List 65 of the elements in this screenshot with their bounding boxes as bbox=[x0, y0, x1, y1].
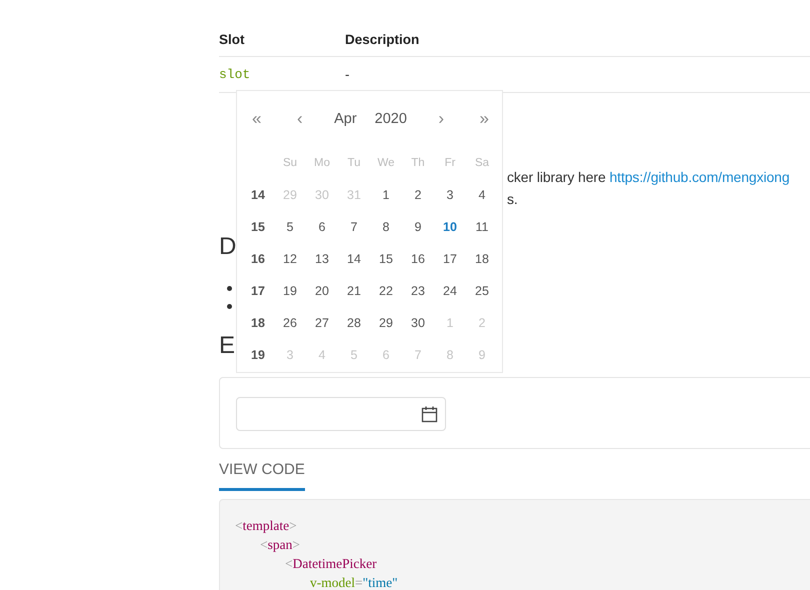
calendar-day[interactable]: 28 bbox=[347, 316, 361, 330]
next-month-button[interactable]: › bbox=[434, 109, 448, 129]
calendar-day[interactable]: 14 bbox=[347, 252, 361, 266]
weekday-label: Sa bbox=[474, 157, 490, 169]
date-input-field[interactable] bbox=[236, 397, 446, 431]
calendar-day[interactable]: 16 bbox=[411, 252, 425, 266]
calendar-day[interactable]: 7 bbox=[350, 220, 358, 234]
calendar-day[interactable]: 22 bbox=[379, 284, 393, 298]
calendar-day[interactable]: 17 bbox=[443, 252, 457, 266]
calendar-day[interactable]: 2 bbox=[414, 188, 422, 202]
calendar-day[interactable]: 8 bbox=[382, 220, 390, 234]
calendar-day[interactable]: 5 bbox=[286, 220, 294, 234]
next-year-button[interactable]: » bbox=[476, 109, 493, 129]
calendar-day[interactable]: 21 bbox=[347, 284, 361, 298]
week-number: 14 bbox=[251, 188, 265, 202]
intro-text: s. bbox=[507, 191, 518, 207]
week-number: 18 bbox=[251, 316, 265, 330]
weekday-label: Th bbox=[411, 157, 425, 169]
code-line: <template> bbox=[235, 517, 297, 535]
calendar-day[interactable]: 11 bbox=[476, 220, 488, 234]
column-header: Description bbox=[345, 26, 810, 57]
week-number: 15 bbox=[251, 220, 265, 234]
view-code-tab[interactable]: VIEW CODE bbox=[219, 459, 305, 491]
bullet-icon bbox=[227, 304, 232, 309]
calendar-day[interactable]: 6 bbox=[318, 220, 326, 234]
weekday-label: Su bbox=[282, 157, 298, 169]
calendar-day[interactable]: 4 bbox=[478, 188, 486, 202]
week-number: 17 bbox=[251, 284, 265, 298]
calendar-day[interactable]: 3 bbox=[446, 188, 454, 202]
week-number: 16 bbox=[251, 252, 265, 266]
code-line: v-model="time" bbox=[310, 574, 398, 590]
github-link[interactable]: https://github.com/mengxiong bbox=[609, 169, 790, 185]
calendar-day[interactable]: 12 bbox=[283, 252, 297, 266]
previous-month-button[interactable]: ‹ bbox=[292, 109, 307, 129]
calendar-day[interactable]: 18 bbox=[475, 252, 489, 266]
section-heading: E bbox=[219, 331, 236, 361]
calendar-icon bbox=[421, 406, 438, 422]
weekday-label: Fr bbox=[444, 157, 456, 169]
calendar-day[interactable]: 24 bbox=[443, 284, 457, 298]
calendar-day[interactable]: 20 bbox=[315, 284, 329, 298]
calendar-day[interactable]: 30 bbox=[411, 316, 425, 330]
code-line: <span> bbox=[260, 536, 300, 554]
calendar-day[interactable]: 26 bbox=[283, 316, 297, 330]
calendar-day[interactable]: 23 bbox=[411, 284, 425, 298]
week-number: 19 bbox=[251, 348, 265, 362]
month-button[interactable]: Apr bbox=[334, 111, 357, 127]
column-header: Slot bbox=[219, 26, 345, 57]
calendar-day[interactable]: 9 bbox=[414, 220, 422, 234]
weekday-label: We bbox=[377, 157, 395, 169]
calendar-day[interactable]: 15 bbox=[379, 252, 393, 266]
weekday-label: Mo bbox=[314, 157, 330, 169]
calendar-day[interactable]: 25 bbox=[475, 284, 489, 298]
calendar-day[interactable]: 13 bbox=[315, 252, 329, 266]
code-line: <DatetimePicker bbox=[285, 555, 377, 573]
calendar-day[interactable]: 29 bbox=[379, 316, 393, 330]
year-button[interactable]: 2020 bbox=[374, 111, 407, 127]
weekday-label: Tu bbox=[348, 157, 360, 169]
calendar-day[interactable]: 10 bbox=[443, 220, 457, 234]
calendar-day[interactable]: 1 bbox=[382, 188, 390, 202]
calendar-day[interactable]: 19 bbox=[283, 284, 297, 298]
previous-year-button[interactable]: « bbox=[248, 109, 266, 129]
section-heading: D bbox=[219, 232, 236, 262]
intro-text: cker library here bbox=[507, 169, 607, 185]
bullet-icon bbox=[227, 286, 232, 291]
calendar-day[interactable]: 27 bbox=[315, 316, 329, 330]
